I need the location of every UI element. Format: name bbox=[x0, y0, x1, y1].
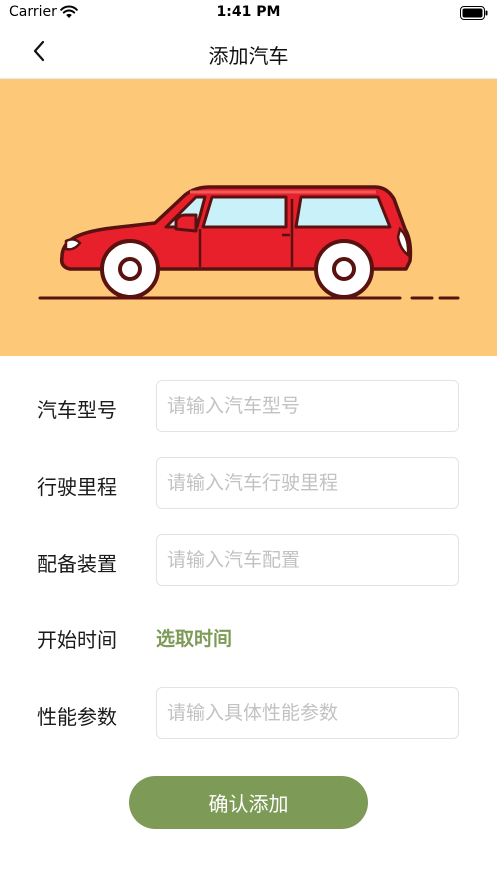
model-input[interactable] bbox=[156, 380, 459, 432]
page-title: 添加汽车 bbox=[208, 44, 289, 68]
equipment-label: 配备装置 bbox=[37, 552, 117, 576]
equipment-input[interactable] bbox=[156, 534, 459, 586]
status-bar: Carrier 1:41 PM bbox=[0, 0, 497, 26]
start-time-label: 开始时间 bbox=[37, 628, 117, 652]
car-banner bbox=[0, 79, 497, 356]
confirm-add-button[interactable]: 确认添加 bbox=[129, 776, 368, 829]
performance-label: 性能参数 bbox=[37, 705, 117, 729]
navigation-bar: 添加汽车 bbox=[0, 26, 497, 79]
mileage-input[interactable] bbox=[156, 457, 459, 509]
pick-time-button[interactable]: 选取时间 bbox=[156, 624, 232, 651]
model-label: 汽车型号 bbox=[37, 398, 117, 422]
clock: 1:41 PM bbox=[216, 4, 281, 20]
form-row-model: 汽车型号 bbox=[0, 380, 497, 434]
form-row-start-time: 开始时间 选取时间 bbox=[0, 610, 497, 664]
mileage-label: 行驶里程 bbox=[37, 475, 117, 499]
red-car-illustration bbox=[38, 185, 460, 300]
battery-icon bbox=[460, 5, 488, 24]
form-row-equipment: 配备装置 bbox=[0, 534, 497, 588]
form-row-performance: 性能参数 bbox=[0, 687, 497, 741]
form-row-mileage: 行驶里程 bbox=[0, 457, 497, 511]
performance-input[interactable] bbox=[156, 687, 459, 739]
